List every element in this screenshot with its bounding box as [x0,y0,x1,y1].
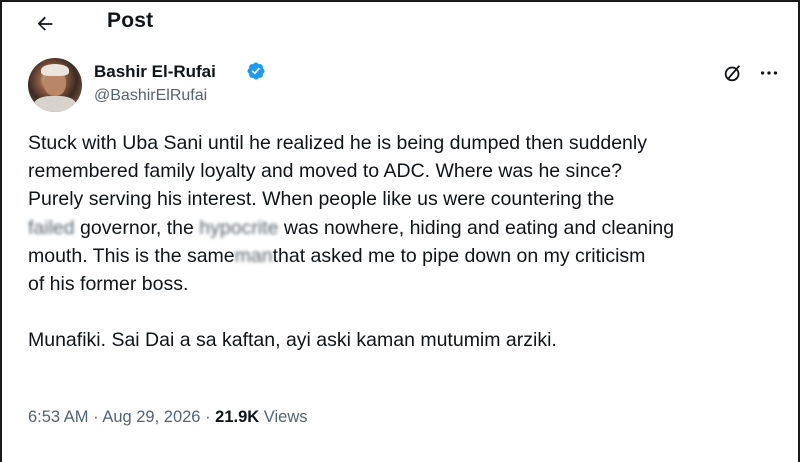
blurred-word: hypocrite [199,216,279,239]
grok-icon [724,65,741,82]
post-line: of his former boss. [28,273,189,296]
author-row: Bashir El-Rufai @BashirElRufai [2,54,800,118]
views-count: 21.9K [215,408,260,426]
more-icon [760,71,778,75]
post-line: failed governor, the hypocrite was nowhe… [28,214,788,242]
post-page: Post Bashir El-Rufai @BashirElRufai Stuc… [0,0,800,462]
verified-badge-icon [247,62,265,80]
blurred-word: failed [28,216,75,239]
post-line: Stuck with Uba Sani until he realized he… [28,132,647,154]
post-time[interactable]: 6:53 AM [28,408,89,426]
post-meta: 6:53 AM · Aug 29, 2026 · 21.9K Views [28,408,308,427]
page-title: Post [107,9,154,32]
post-line: remembered family loyalty and moved to A… [28,160,622,183]
top-bar: Post [4,4,800,46]
post-text-segment: governor, the [74,216,200,239]
author-handle[interactable]: @BashirElRufai [94,87,207,105]
author-display-name[interactable]: Bashir El-Rufai [94,62,216,82]
more-options-button[interactable] [754,58,784,88]
post-date[interactable]: Aug 29, 2026 [102,408,200,426]
meta-separator: · [88,408,103,426]
post-text-segment: that asked me to pipe down on my critici… [272,244,646,267]
views-label: Views [259,408,308,426]
blurred-word: man [234,244,273,267]
back-button[interactable] [28,8,62,40]
avatar[interactable] [28,58,82,112]
post-line: Purely serving his interest. When people… [28,188,615,211]
grok-button[interactable] [718,58,748,88]
post-paragraph: Munafiki. Sai Dai a sa kaftan, ayi aski … [28,329,557,352]
post-line: mouth. This is the same man that asked m… [28,242,788,270]
post-text-segment: mouth. This is the same [28,244,235,267]
post-text-segment: was nowhere, hiding and eating and clean… [278,216,675,239]
arrow-left-icon [37,16,53,31]
meta-separator: · [200,408,216,426]
post-text: Stuck with Uba Sani until he realized he… [28,129,788,354]
